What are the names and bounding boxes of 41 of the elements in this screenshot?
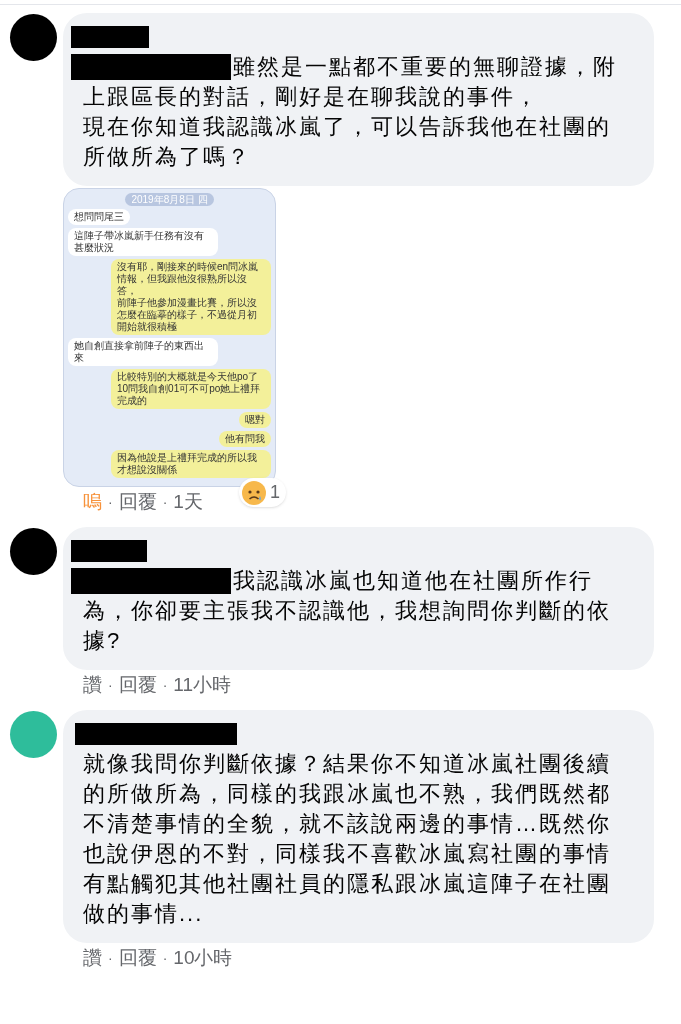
avatar[interactable] (10, 528, 57, 575)
comment-text: 的所做所為，同樣的我跟冰嵐也不熟，我們既然都 (82, 780, 612, 808)
reply-link[interactable]: 回覆 (118, 945, 157, 971)
sad-face-icon (241, 479, 267, 506)
avatar[interactable] (10, 14, 57, 61)
comment-text: 不清楚事情的全貌，就不該說兩邊的事情…既然你 (82, 810, 612, 838)
separator: · (162, 676, 168, 695)
chat-text: 這陣子帶冰嵐新手任務有沒有甚麼狀況 (74, 230, 205, 254)
chat-text: 想問問尾三 (74, 211, 124, 223)
separator: · (162, 493, 168, 512)
comment-text: 就像我問你判斷依據？結果你不知道冰嵐社團後續 (82, 750, 612, 778)
chat-text: 他有問我 (225, 433, 265, 445)
like-link[interactable]: 讚 (83, 672, 102, 698)
chat-text: 因為他說是上禮拜完成的所以我才想說沒關係 (117, 452, 258, 476)
timestamp[interactable]: 10小時 (173, 945, 233, 971)
separator: · (108, 949, 113, 968)
separator: · (162, 949, 168, 968)
timestamp[interactable]: 1天 (173, 489, 203, 515)
separator: · (108, 493, 113, 512)
reaction-badge[interactable]: 1 (239, 478, 286, 507)
reply-link[interactable]: 回覆 (118, 672, 157, 698)
comment-text: 雖然是一點都不重要的無聊證據，附 (233, 53, 617, 81)
separator: · (108, 676, 113, 695)
timestamp[interactable]: 11小時 (173, 672, 232, 698)
reply-link[interactable]: 回覆 (118, 489, 157, 515)
chat-text: 前陣子他參加漫畫比賽，所以沒怎麼在臨摹的樣子，不過從月初開始就很積極 (117, 297, 258, 333)
comment-text: 有點觸犯其他社團社員的隱私跟冰嵐這陣子在社團 (82, 870, 612, 898)
chat-text: 比較特別的大概就是今天他po了10問我自創01可不可po她上禮拜完成的 (117, 371, 262, 407)
chat-text: 沒有耶，剛接來的時候en問冰嵐情報，但我跟他沒很熟所以沒答， (117, 261, 260, 297)
chat-text: 嗯對 (245, 414, 265, 426)
comment-text: 所做所為了嗎？ (82, 143, 252, 171)
comment-text: 也說伊恩的不對，同樣我不喜歡冰嵐寫社團的事情 (82, 840, 612, 868)
reaction-count: 1 (270, 481, 280, 504)
comment-text: 我認識冰嵐也知道他在社團所作行 (233, 567, 593, 595)
comment-text: 據? (82, 627, 123, 655)
like-link[interactable]: 讚 (83, 945, 102, 971)
comment-text: 為，你卻要主張我不認識他，我想詢問你判斷的依 (82, 597, 612, 625)
comment-text: 上跟區長的對話，剛好是在聊我說的事件， (82, 83, 540, 111)
comment-text: 做的事情... (82, 900, 205, 928)
chat-text: 她自創直接拿前陣子的東西出來 (74, 340, 205, 364)
comment-text: 現在你知道我認識冰嵐了，可以告訴我他在社團的 (82, 113, 612, 141)
